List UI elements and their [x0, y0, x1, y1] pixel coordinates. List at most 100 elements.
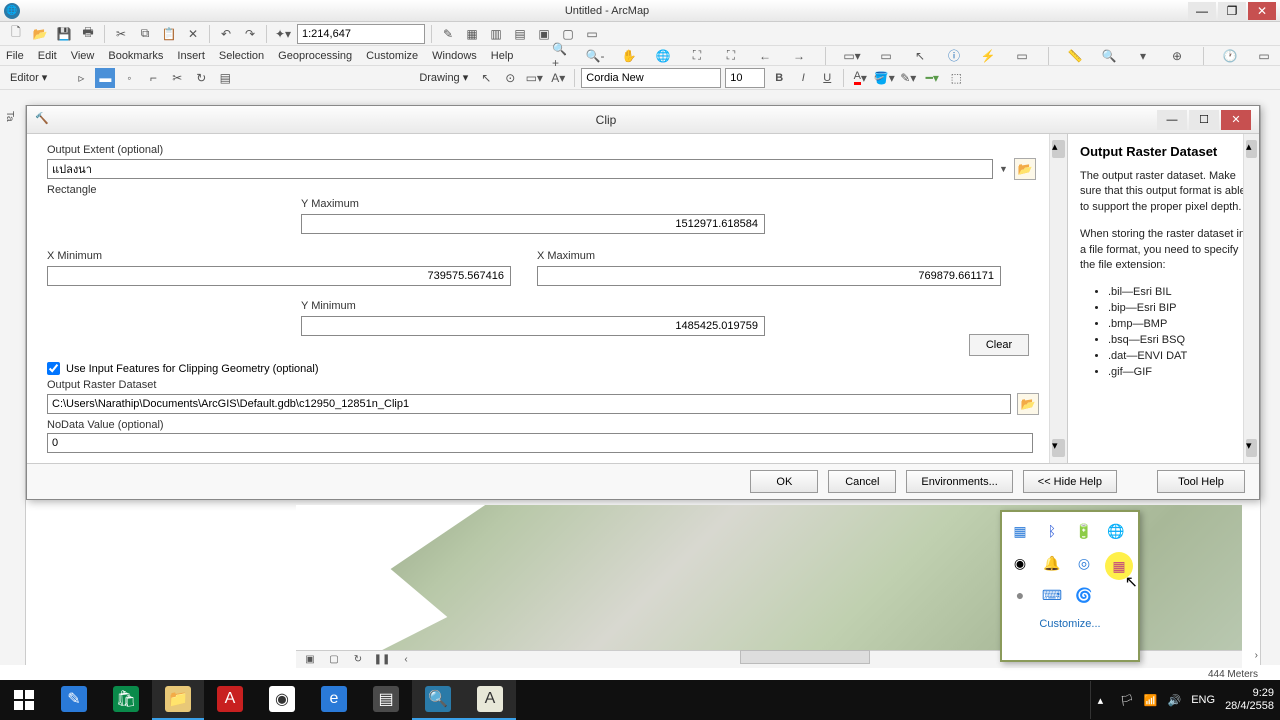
data-view-icon[interactable]: ▣	[300, 650, 320, 670]
zoom-out-icon[interactable]: 🔍-	[585, 46, 605, 66]
font-size-select[interactable]	[725, 68, 765, 88]
delete-icon[interactable]: ✕	[183, 24, 203, 44]
scroll-down-icon[interactable]: ▾	[1052, 439, 1065, 457]
map-scrollbar-h[interactable]	[740, 650, 870, 664]
cancel-button[interactable]: Cancel	[828, 470, 896, 493]
print-icon[interactable]: 🖶	[78, 24, 98, 44]
minimize-button[interactable]: —	[1188, 2, 1216, 20]
ymin-input[interactable]	[301, 316, 765, 336]
scroll-left-icon[interactable]: ‹	[396, 650, 416, 670]
circle-icon[interactable]: ◎	[1073, 552, 1095, 574]
sphere-icon[interactable]: ●	[1009, 584, 1031, 606]
tray-customize-link[interactable]: Customize...	[1010, 618, 1130, 630]
rectangle-icon[interactable]: ▭▾	[524, 68, 544, 88]
results-icon[interactable]: ▭	[582, 24, 602, 44]
html-popup-icon[interactable]: ▭	[1012, 46, 1032, 66]
tool-help-button[interactable]: Tool Help	[1157, 470, 1245, 493]
flag-icon[interactable]: 🏳	[1120, 694, 1134, 707]
maximize-button[interactable]: ❐	[1218, 2, 1246, 20]
volume-icon[interactable]: 🔊	[1168, 694, 1182, 707]
task-arcmap[interactable]: 🔍	[412, 680, 464, 720]
bluetooth-icon[interactable]: ᛒ	[1041, 520, 1063, 542]
dialog-minimize-button[interactable]: —	[1157, 110, 1187, 130]
bell-icon[interactable]: 🔔	[1041, 552, 1063, 574]
menu-windows[interactable]: Windows	[432, 50, 477, 62]
menu-customize[interactable]: Customize	[366, 50, 418, 62]
redo-icon[interactable]: ↷	[240, 24, 260, 44]
xmin-input[interactable]	[47, 266, 511, 286]
scroll-right-icon[interactable]: ›	[1255, 650, 1258, 661]
viewer-icon[interactable]: ▭	[1254, 46, 1274, 66]
copy-icon[interactable]: ⧉	[135, 24, 155, 44]
undo-icon[interactable]: ↶	[216, 24, 236, 44]
scroll-down-icon[interactable]: ▾	[1246, 439, 1257, 457]
goto-xy-icon[interactable]: ⊕	[1167, 46, 1187, 66]
drawing-dropdown[interactable]: Drawing ▾	[419, 71, 468, 84]
line-color-icon[interactable]: ✎▾	[898, 68, 918, 88]
bold-icon[interactable]: B	[769, 68, 789, 88]
menu-file[interactable]: File	[6, 50, 24, 62]
right-panel-tab[interactable]	[1260, 105, 1280, 665]
full-extent-icon[interactable]: 🌐	[653, 46, 673, 66]
help-scrollbar[interactable]: ▴ ▾	[1243, 134, 1259, 463]
measure-icon[interactable]: 📏	[1065, 46, 1085, 66]
task-app-1[interactable]: ✎	[48, 680, 100, 720]
open-icon[interactable]: 📂	[30, 24, 50, 44]
tray-expand-icon[interactable]: ▴	[1090, 681, 1110, 719]
edit-vertices-icon[interactable]: ◦	[119, 68, 139, 88]
menu-selection[interactable]: Selection	[219, 50, 264, 62]
fixed-zoom-out-icon[interactable]: ⛶	[721, 46, 741, 66]
language-indicator[interactable]: ENG	[1191, 694, 1215, 706]
browse-output-button[interactable]: 📂	[1017, 393, 1039, 415]
fixed-zoom-in-icon[interactable]: ⛶	[687, 46, 707, 66]
globe-icon[interactable]: 🌐	[1105, 520, 1127, 542]
paste-icon[interactable]: 📋	[159, 24, 179, 44]
find-icon[interactable]: 🔍	[1099, 46, 1119, 66]
time-slider-icon[interactable]: 🕐	[1220, 46, 1240, 66]
close-button[interactable]: ✕	[1248, 2, 1276, 20]
pan-icon[interactable]: ✋	[619, 46, 639, 66]
select-features-icon[interactable]: ▭▾	[842, 46, 862, 66]
forward-icon[interactable]: →	[789, 46, 809, 66]
dialog-maximize-button[interactable]: ☐	[1189, 110, 1219, 130]
italic-icon[interactable]: I	[793, 68, 813, 88]
text-icon[interactable]: A▾	[548, 68, 568, 88]
form-scrollbar[interactable]: ▴ ▾	[1049, 134, 1067, 463]
environments-button[interactable]: Environments...	[906, 470, 1012, 493]
layout-view-icon[interactable]: ▢	[324, 650, 344, 670]
dialog-title-bar[interactable]: 🔨 Clip — ☐ ✕	[27, 106, 1259, 134]
toolbox-icon[interactable]: ▦	[462, 24, 482, 44]
clock[interactable]: 9:29 28/4/2558	[1225, 687, 1274, 713]
menu-edit[interactable]: Edit	[38, 50, 57, 62]
sketch-icon[interactable]: ▬	[95, 68, 115, 88]
start-button[interactable]	[0, 680, 48, 720]
save-icon[interactable]: 💾	[54, 24, 74, 44]
browse-extent-button[interactable]: 📂	[1014, 158, 1036, 180]
editor-dropdown[interactable]: Editor ▾	[10, 71, 47, 84]
hyperlink-icon[interactable]: ⚡	[978, 46, 998, 66]
menu-insert[interactable]: Insert	[177, 50, 205, 62]
ymax-input[interactable]	[301, 214, 765, 234]
add-data-icon[interactable]: ✦▾	[273, 24, 293, 44]
task-adobe[interactable]: A	[204, 680, 256, 720]
underline-icon[interactable]: U	[817, 68, 837, 88]
clear-button[interactable]: Clear	[969, 334, 1029, 356]
attributes-icon[interactable]: ▤	[215, 68, 235, 88]
output-extent-input[interactable]	[47, 159, 993, 179]
font-color-icon[interactable]: A▾	[850, 68, 870, 88]
scale-input[interactable]	[297, 24, 425, 44]
split-icon[interactable]: ✂	[167, 68, 187, 88]
clear-selection-icon[interactable]: ▭	[876, 46, 896, 66]
dialog-close-button[interactable]: ✕	[1221, 110, 1251, 130]
catalog-icon[interactable]: ▥	[486, 24, 506, 44]
select-elements-icon[interactable]: ↖	[910, 46, 930, 66]
task-ie[interactable]: e	[308, 680, 360, 720]
xmax-input[interactable]	[537, 266, 1001, 286]
model-icon[interactable]: ▢	[558, 24, 578, 44]
network-icon[interactable]: 📶	[1144, 694, 1158, 707]
menu-help[interactable]: Help	[491, 50, 514, 62]
identify-icon[interactable]: ⓘ	[944, 46, 964, 66]
cut-icon[interactable]: ✂	[111, 24, 131, 44]
menu-bookmarks[interactable]: Bookmarks	[108, 50, 163, 62]
task-app-2[interactable]: ▤	[360, 680, 412, 720]
